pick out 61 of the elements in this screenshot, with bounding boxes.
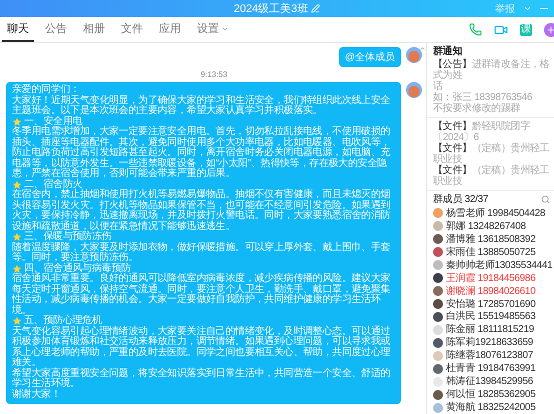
add-button[interactable]: [544, 22, 554, 36]
star-icon: [12, 180, 22, 190]
chevron-down-icon[interactable]: [523, 4, 532, 13]
notice-text: 【公告】进群请改备注，格式为姓: [433, 59, 550, 81]
member-name[interactable]: 陈军莉19218633659: [446, 337, 533, 348]
members-title: 群成员 32/37: [433, 194, 488, 205]
section-heading: 四、宿舍通风与病毒预防: [24, 264, 131, 274]
member-name[interactable]: 王润霞 19184456986: [446, 272, 536, 284]
file-link[interactable]: 【文件】黔轻职院团字〔2024〕6: [433, 121, 550, 143]
member-name[interactable]: 安怡璐 17285701690: [446, 298, 536, 310]
search-icon[interactable]: [541, 195, 550, 204]
member-name[interactable]: 秦帅帅老师13035534441: [446, 260, 552, 271]
avatar[interactable]: [406, 47, 422, 63]
member-name[interactable]: 韩涛征13984529956: [446, 376, 533, 388]
message-paragraph: 谢谢大家！: [12, 390, 62, 400]
message-paragraph: 天气变化容易引起心理情绪波动，大家要关注自己的情绪变化，及时调整心态。可以通过积极参加体育锻炼和社交活动来释放压力，调节情绪。如果遇到心理问题，可以寻求我或系上心理老师的帮助，严重的及时去医院。同学之间也要相互关心、帮助，共同度过心理难关。: [12, 326, 392, 368]
star-icon: [12, 116, 22, 127]
notice-text: 话: [433, 81, 444, 92]
member-name[interactable]: 郭娜 13248267408: [446, 220, 526, 232]
tab[interactable]: 相册: [78, 17, 110, 42]
message-paragraph: 在宿舍内，禁止抽烟和使用打火机等易燃易爆物品。抽烟不仅有害健康，而且未熄灭的烟头很容易引发火灾。打火机等物品如果保管不当，也可能在不经意间引发危险。如果遇到火灾，要保持冷静，迅速撤离现场，并及时拨打火警电话。同时，大家要熟悉宿舍的消防设施和疏散通道，以便在紧急情况下能够迅速逃生。: [12, 190, 392, 232]
member-name[interactable]: 白洪民 15519485563: [446, 311, 536, 322]
tab[interactable]: 公告: [40, 17, 72, 42]
member-name[interactable]: 陈继蓉18076123807: [446, 350, 533, 362]
tab[interactable]: 应用: [154, 17, 186, 42]
member-name[interactable]: 谢晓澜 18984026610: [446, 286, 536, 297]
timestamp: 9:13:53: [200, 70, 228, 79]
member-name[interactable]: 杜青青 19184763991: [446, 363, 536, 374]
section-heading: 一、安全用电: [24, 116, 82, 126]
star-icon: [12, 264, 22, 274]
tab[interactable]: 文件: [116, 17, 148, 42]
notice-text: 不按要求修改的踢群: [433, 103, 522, 114]
section-heading: 五、预防心理危机: [24, 316, 102, 326]
file-link[interactable]: 【文件】（定稿）贵州轻工职业技: [433, 165, 550, 187]
message-paragraph: 随着温度骤降，大家要及时添加衣物，做好保暖措施。可以穿上厚外套、戴上围巾、手套等。同时，要注意预防冻伤。: [12, 242, 392, 263]
member-name[interactable]: 杨雪老师 19984504428: [446, 208, 546, 219]
member-name[interactable]: 何以恒 18285362905: [446, 389, 536, 400]
section-heading: 三、保暖与预防冻伤: [24, 232, 112, 242]
notice-text: 如：张三 18398763546: [433, 92, 534, 103]
tab[interactable]: 设置: [192, 17, 234, 42]
member-name[interactable]: 宋雨佳 13885050725: [446, 246, 536, 258]
window-title: 2024级工美3班: [234, 2, 308, 16]
phone-icon[interactable]: [469, 23, 482, 36]
message-paragraph: 冬季用电需求增加，大家一定要注意安全用电。首先，切勿私拉乱接电线，不使用破损的插头、插座等电器配件。其次，避免同时使用多个大功率电器，比如电暖器、电吹风等，防止电路负荷过高引发短路甚至起火。同时，离开宿舍时务必关闭电器电源，如电脑、充电器等，以防意外发生。一些违禁取暖设备，如“小太阳”、热得快等，存在极大的安全隐患，严禁在宿舍使用，否则可能会带来严重的后果。: [12, 127, 392, 179]
message-bubble: @全体成员: [338, 47, 401, 67]
message-paragraph: 宿舍通风非常重要。良好的通风可以降低室内病毒浓度，减少疾病传播的风险。建议大家每天定时开窗通风，保持空气流通。同时，要注意个人卫生，勤洗手、戴口罩，避免聚集性活动，减少病毒传播的机会。大家一定要做好自我防护，共同维护健康的学习生活环境。: [12, 274, 392, 316]
collapse-icon[interactable]: [419, 45, 426, 52]
member-name[interactable]: 潘博雅 13618508392: [446, 234, 536, 245]
avatar[interactable]: [406, 82, 422, 98]
tab[interactable]: 聊天: [2, 17, 34, 42]
message-paragraph: 亲爱的同学们：: [12, 85, 81, 95]
file-link[interactable]: 【文件】（定稿）贵州轻工职业技: [433, 143, 550, 165]
notice-title: 群通知: [433, 46, 464, 57]
member-name[interactable]: 黄海航 18325242005: [446, 402, 536, 414]
section-heading: 二、宿舍防火: [24, 180, 82, 190]
message-paragraph: 希望大家高度重视安全问题，将安全知识落实到日常生活中，共同营造一个安全、舒适的学习生活环境。: [12, 368, 392, 389]
star-icon: [12, 316, 22, 326]
edit-icon[interactable]: [311, 4, 320, 13]
message-paragraph: 大家好！近期天气变化明显，为了确保大家的学习和生活安全，我们特组织此次线上安全主题班会。以下是本次班会的主要内容，希望大家认真学习并积极落实。: [12, 96, 392, 116]
member-name[interactable]: 陈金丽 18111815219: [446, 324, 534, 336]
star-icon: [12, 232, 22, 242]
